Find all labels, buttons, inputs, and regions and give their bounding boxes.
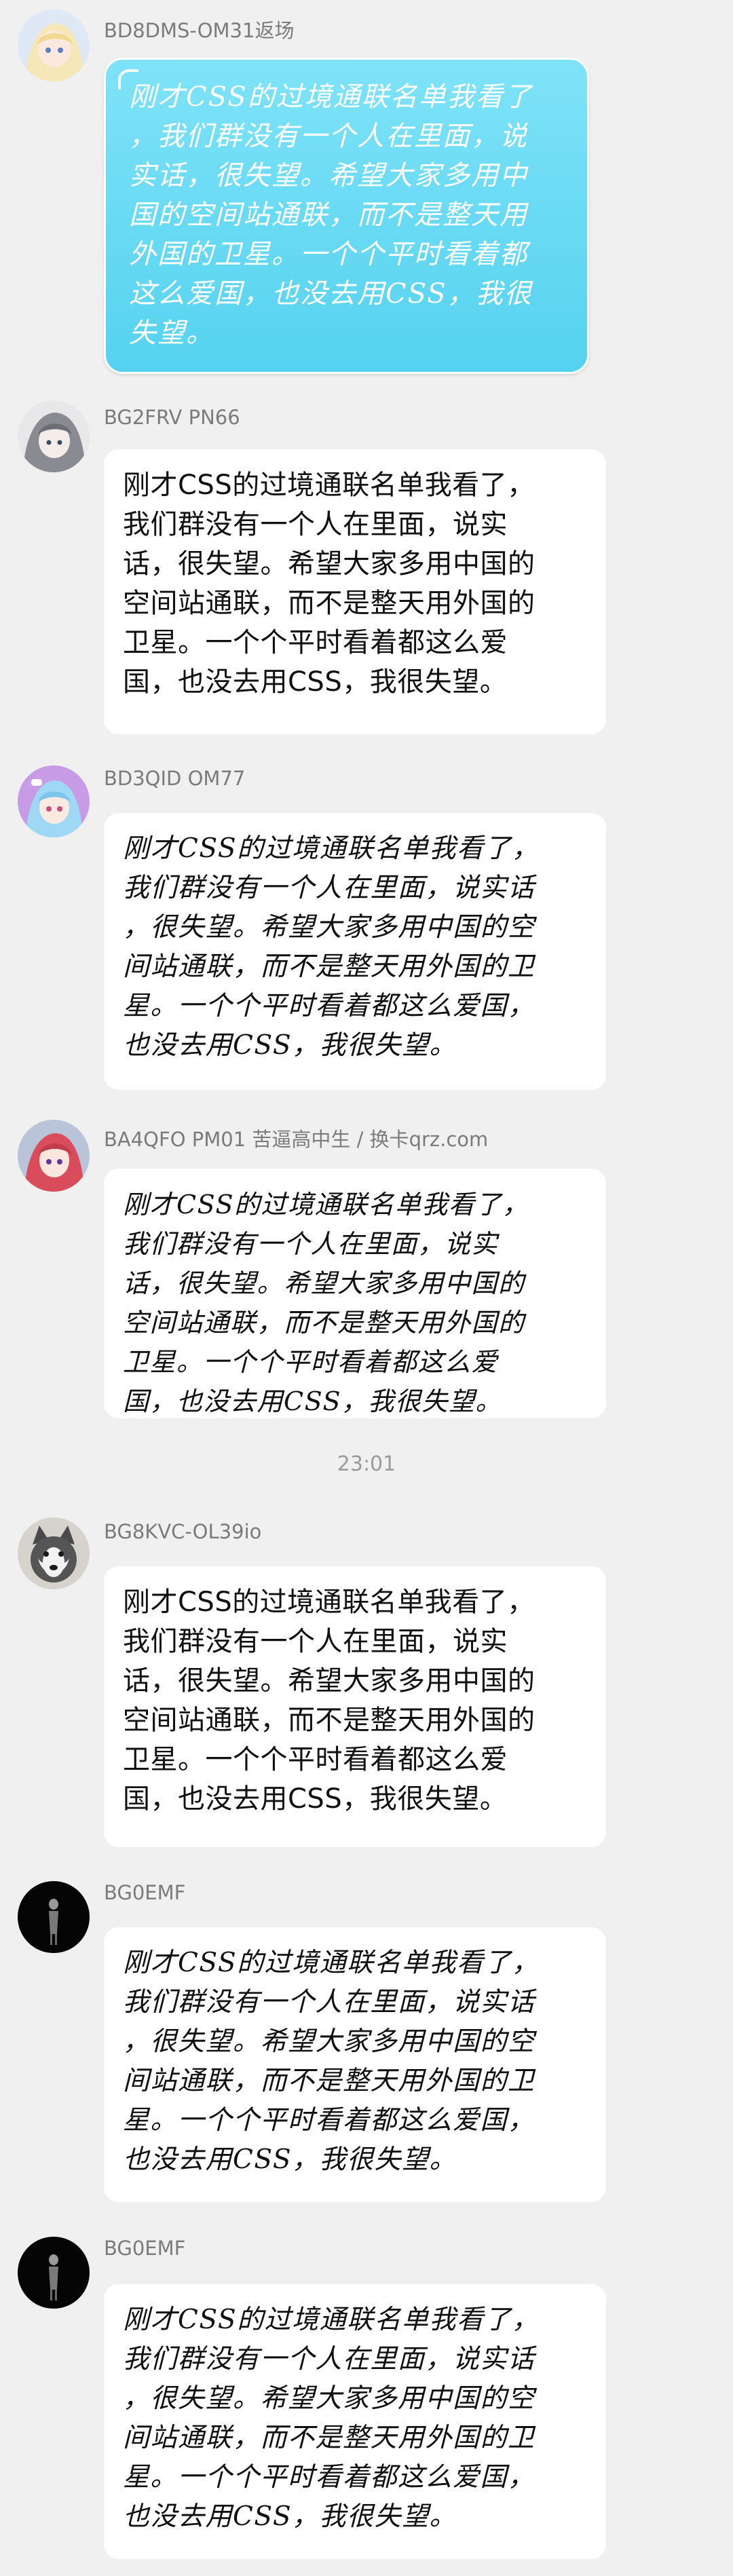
user-avatar[interactable] — [18, 400, 90, 472]
anime-girl-avatar-icon — [18, 765, 90, 837]
sender-name: BG8KVC-OL39io — [104, 1520, 262, 1543]
message-bubble[interactable]: 刚才CSS的过境通联名单我看了， 我们群没有一个人在里面，说实话 ，很失望。希望… — [104, 813, 606, 1090]
user-avatar[interactable] — [18, 765, 90, 837]
sender-name: BG0EMF — [104, 2237, 186, 2260]
dark-silhouette-avatar-icon — [18, 1881, 90, 1953]
message-bubble[interactable]: 刚才CSS的过境通联名单我看了， 我们群没有一个人在里面，说实话 ，很失望。希望… — [104, 1927, 606, 2202]
user-avatar[interactable] — [18, 1881, 90, 1953]
user-avatar[interactable] — [18, 10, 90, 81]
user-avatar[interactable] — [18, 2237, 90, 2309]
sender-name: BD3QID OM77 — [104, 767, 246, 790]
sender-name: BG0EMF — [104, 1881, 186, 1904]
chat-timestamp: 23:01 — [337, 1452, 396, 1476]
message-bubble[interactable]: 刚才CSS的过境通联名单我看了， 我们群没有一个人在里面，说实 话，很失望。希望… — [104, 449, 606, 734]
user-avatar[interactable] — [18, 1120, 90, 1192]
sender-name: BA4QFO PM01 苦逼高中生 / 换卡qrz.com — [104, 1128, 489, 1151]
anime-girl-avatar-icon — [18, 1120, 90, 1192]
message-bubble[interactable]: 刚才CSS的过境通联名单我看了， 我们群没有一个人在里面，说实 话，很失望。希望… — [104, 1169, 606, 1418]
user-avatar[interactable] — [18, 1517, 90, 1589]
message-bubble[interactable]: 刚才CSS的过境通联名单我看了 ，我们群没有一个人在里面，说 实话，很失望。希望… — [104, 58, 589, 374]
anime-girl-avatar-icon — [18, 10, 90, 81]
message-bubble[interactable]: 刚才CSS的过境通联名单我看了， 我们群没有一个人在里面，说实话 ，很失望。希望… — [104, 2284, 606, 2559]
sender-name: BD8DMS-OM31返场 — [104, 19, 295, 42]
husky-dog-avatar-icon — [18, 1517, 90, 1589]
anime-character-avatar-icon — [18, 400, 90, 472]
message-bubble[interactable]: 刚才CSS的过境通联名单我看了， 我们群没有一个人在里面，说实 话，很失望。希望… — [104, 1566, 606, 1847]
sender-name: BG2FRV PN66 — [104, 406, 240, 429]
dark-silhouette-avatar-icon — [18, 2237, 90, 2309]
